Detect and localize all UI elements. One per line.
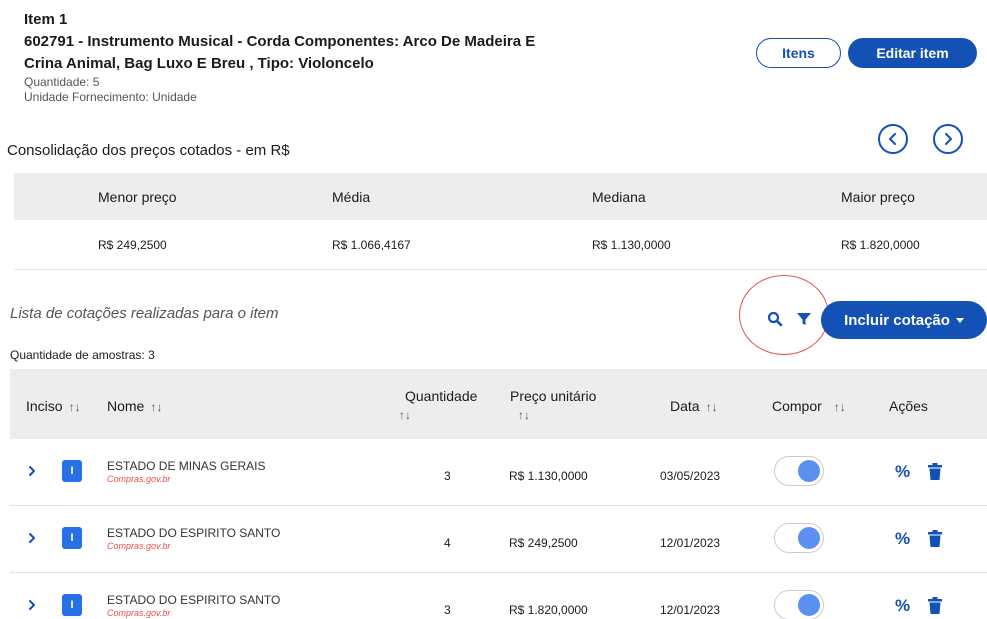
lowest-price-value: R$ 249,2500 — [98, 237, 167, 252]
sort-icon: ↑↓ — [833, 400, 846, 414]
item-description: 602791 - Instrumento Musical - Corda Com… — [24, 33, 536, 72]
price-summary-table: Menor preço Média Mediana Maior preço R$… — [14, 173, 987, 270]
add-quotation-label: Incluir cotação — [844, 311, 950, 329]
chevron-left-icon — [889, 133, 896, 145]
sample-count: Quantidade de amostras: 3 — [10, 348, 155, 362]
row-unit-price: R$ 1.130,0000 — [509, 469, 588, 483]
sort-icon: ↑↓ — [518, 408, 530, 422]
quotations-list-caption: Lista de cotações realizadas para o item — [10, 305, 279, 322]
column-preco[interactable]: Preço unitário ↑↓ — [510, 388, 596, 422]
column-nome[interactable]: Nome ↑↓ — [107, 398, 162, 414]
column-quantidade-label: Quantidade — [405, 388, 478, 404]
percent-icon[interactable]: % — [895, 529, 910, 549]
toggle-knob — [798, 460, 820, 482]
column-inciso-label: Inciso — [26, 398, 63, 414]
row-quantity: 3 — [444, 469, 451, 483]
sort-icon: ↑↓ — [705, 400, 718, 414]
sort-icon: ↑↓ — [68, 400, 81, 414]
org-source: Compras.gov.br — [107, 608, 171, 618]
percent-icon[interactable]: % — [895, 596, 910, 616]
header-lowest-price: Menor preço — [98, 188, 177, 205]
org-name: ESTADO DO ESPIRITO SANTO — [107, 526, 281, 540]
column-inciso[interactable]: Inciso ↑↓ — [26, 398, 81, 414]
row-unit-price: R$ 1.820,0000 — [509, 603, 588, 617]
caret-down-icon — [955, 317, 964, 323]
trash-icon[interactable] — [928, 463, 942, 480]
highlight-circle — [739, 275, 829, 355]
quotations-table-header: Inciso ↑↓ Nome ↑↓ Quantidade ↑↓ Preço unit… — [10, 369, 987, 439]
edit-item-button[interactable]: Editar item — [848, 38, 977, 68]
inciso-badge: I — [62, 527, 82, 549]
filter-icon — [797, 313, 811, 325]
quotations-table: Inciso ↑↓ Nome ↑↓ Quantidade ↑↓ Preço unit… — [10, 369, 987, 619]
inciso-badge: I — [62, 460, 82, 482]
average-value: R$ 1.066,4167 — [332, 237, 411, 252]
header-average: Média — [332, 188, 371, 205]
header-median: Mediana — [592, 188, 646, 205]
percent-icon[interactable]: % — [895, 462, 910, 482]
summary-values-row: R$ 249,2500 R$ 1.066,4167 R$ 1.130,0000 … — [14, 220, 987, 270]
itens-button[interactable]: Itens — [756, 38, 841, 68]
item-title: Item 1 — [24, 11, 68, 28]
row-quantity: 4 — [444, 536, 451, 550]
expand-row-icon[interactable] — [26, 465, 38, 477]
highest-price-value: R$ 1.820,0000 — [841, 237, 920, 252]
column-compor[interactable]: Compor ↑↓ — [772, 398, 846, 414]
toggle-knob — [798, 527, 820, 549]
column-data[interactable]: Data ↑↓ — [670, 398, 718, 414]
row-date: 12/01/2023 — [660, 603, 721, 617]
expand-row-icon[interactable] — [26, 532, 38, 544]
previous-item-button[interactable] — [878, 124, 908, 154]
search-icon — [767, 311, 783, 327]
header-highest-price: Maior preço — [841, 188, 915, 205]
next-item-button[interactable] — [933, 124, 963, 154]
sort-icon: ↑↓ — [150, 400, 163, 414]
column-acoes: Ações — [889, 398, 928, 414]
row-date: 03/05/2023 — [660, 469, 721, 483]
row-date: 12/01/2023 — [660, 536, 721, 550]
table-row: I ESTADO DO ESPIRITO SANTO Compras.gov.b… — [10, 573, 987, 619]
filter-button[interactable] — [796, 311, 812, 332]
chevron-right-icon — [945, 133, 952, 145]
search-button[interactable] — [767, 311, 783, 332]
compor-toggle[interactable] — [774, 523, 824, 553]
toggle-knob — [798, 594, 820, 616]
inciso-badge: I — [62, 594, 82, 616]
summary-title: Consolidação dos preços cotados - em R$ — [7, 142, 290, 159]
column-nome-label: Nome — [107, 398, 145, 414]
column-compor-label: Compor — [772, 398, 822, 414]
trash-icon[interactable] — [928, 530, 942, 547]
row-quantity: 3 — [444, 603, 451, 617]
table-row: I ESTADO DO ESPIRITO SANTO Compras.gov.b… — [10, 506, 987, 573]
row-unit-price: R$ 249,2500 — [509, 536, 578, 550]
column-preco-label: Preço unitário — [510, 388, 597, 404]
org-source: Compras.gov.br — [107, 474, 171, 484]
org-name: ESTADO DO ESPIRITO SANTO — [107, 593, 281, 607]
table-row: I ESTADO DE MINAS GERAIS Compras.gov.br … — [10, 439, 987, 506]
column-data-label: Data — [670, 398, 700, 414]
sort-icon: ↑↓ — [399, 408, 411, 422]
expand-row-icon[interactable] — [26, 599, 38, 611]
compor-toggle[interactable] — [774, 590, 824, 619]
column-quantidade[interactable]: Quantidade ↑↓ — [399, 388, 478, 422]
item-unit: Unidade Fornecimento: Unidade — [24, 90, 197, 104]
summary-header-row: Menor preço Média Mediana Maior preço — [14, 173, 987, 220]
item-quantity: Quantidade: 5 — [24, 75, 100, 89]
median-value: R$ 1.130,0000 — [592, 237, 671, 252]
add-quotation-button[interactable]: Incluir cotação — [821, 301, 987, 339]
trash-icon[interactable] — [928, 597, 942, 614]
org-source: Compras.gov.br — [107, 541, 171, 551]
org-name: ESTADO DE MINAS GERAIS — [107, 459, 266, 473]
compor-toggle[interactable] — [774, 456, 824, 486]
item-header: Item 1 602791 - Instrumento Musical - Co… — [24, 10, 544, 105]
